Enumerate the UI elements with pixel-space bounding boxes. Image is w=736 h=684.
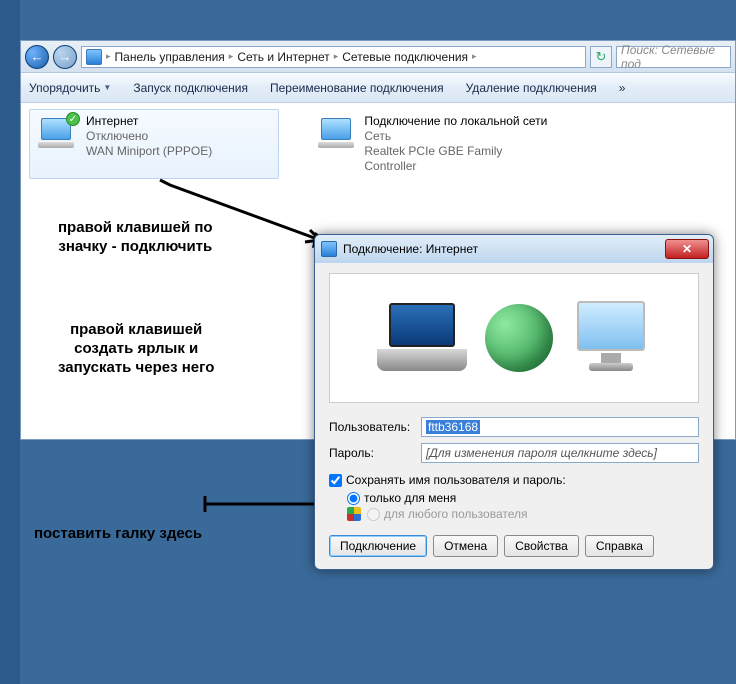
- annotation-1: правой клавишей позначку - подключить: [58, 218, 213, 256]
- connection-icon: [318, 114, 356, 154]
- cancel-button[interactable]: Отмена: [433, 535, 498, 557]
- breadcrumb-3[interactable]: Сетевые подключения: [342, 50, 468, 64]
- only-me-radio[interactable]: [347, 492, 360, 505]
- breadcrumb-1[interactable]: Панель управления: [115, 50, 225, 64]
- toolbar: Упорядочить▼ Запуск подключения Переимен…: [21, 73, 735, 103]
- any-user-label: для любого пользователя: [384, 507, 528, 521]
- save-credentials-checkbox[interactable]: [329, 474, 342, 487]
- desktop-strip: [0, 0, 20, 684]
- annotation-3: поставить галку здесь: [34, 524, 202, 543]
- laptop-icon: [377, 303, 467, 373]
- close-button[interactable]: ✕: [665, 239, 709, 259]
- only-me-label: только для меня: [364, 491, 456, 505]
- toolbar-more[interactable]: »: [619, 81, 626, 95]
- save-credentials-label: Сохранять имя пользователя и пароль:: [346, 473, 566, 487]
- conn2-device: Realtek PCIe GBE Family Controller: [364, 144, 550, 174]
- connection-lan[interactable]: Подключение по локальной сети Сеть Realt…: [309, 109, 559, 179]
- toolbar-start[interactable]: Запуск подключения: [133, 81, 248, 95]
- shield-icon: [347, 507, 361, 521]
- properties-button[interactable]: Свойства: [504, 535, 579, 557]
- help-button[interactable]: Справка: [585, 535, 654, 557]
- connections-pane: ✓ Интернет Отключено WAN Miniport (PPPOE…: [21, 103, 735, 185]
- titlebar[interactable]: Подключение: Интернет ✕: [315, 235, 713, 263]
- connect-button[interactable]: Подключение: [329, 535, 427, 557]
- back-button[interactable]: ←: [25, 45, 49, 69]
- navbar: ← → ▸ Панель управления ▸ Сеть и Интерне…: [21, 41, 735, 73]
- conn1-status: Отключено: [86, 129, 212, 144]
- address-icon: [86, 49, 102, 65]
- conn2-name: Подключение по локальной сети: [364, 114, 550, 129]
- connection-icon: ✓: [38, 114, 78, 154]
- password-field[interactable]: [Для изменения пароля щелкните здесь]: [421, 443, 699, 463]
- user-label: Пользователь:: [329, 420, 421, 434]
- toolbar-organize[interactable]: Упорядочить▼: [29, 81, 111, 95]
- conn1-device: WAN Miniport (PPPOE): [86, 144, 212, 159]
- globe-icon: [485, 304, 553, 372]
- refresh-button[interactable]: ↻: [590, 46, 612, 68]
- any-user-radio: [367, 508, 380, 521]
- forward-button[interactable]: →: [53, 45, 77, 69]
- annotation-2: правой клавишейсоздать ярлык изапускать …: [58, 320, 214, 377]
- dialog-illustration: [329, 273, 699, 403]
- toolbar-rename[interactable]: Переименование подключения: [270, 81, 444, 95]
- user-field[interactable]: fttb36168: [421, 417, 699, 437]
- password-label: Пароль:: [329, 446, 421, 460]
- search-input[interactable]: Поиск: Сетевые под: [616, 46, 731, 68]
- dialog-icon: [321, 241, 337, 257]
- conn1-name: Интернет: [86, 114, 212, 129]
- check-icon: ✓: [66, 112, 80, 126]
- toolbar-delete[interactable]: Удаление подключения: [466, 81, 597, 95]
- monitor-icon: [571, 301, 651, 375]
- breadcrumb-2[interactable]: Сеть и Интернет: [237, 50, 329, 64]
- conn2-status: Сеть: [364, 129, 550, 144]
- connection-internet[interactable]: ✓ Интернет Отключено WAN Miniport (PPPOE…: [29, 109, 279, 179]
- connect-dialog: Подключение: Интернет ✕ Пользователь: ft…: [314, 234, 714, 570]
- address-bar[interactable]: ▸ Панель управления ▸ Сеть и Интернет ▸ …: [81, 46, 586, 68]
- dialog-title: Подключение: Интернет: [343, 242, 665, 256]
